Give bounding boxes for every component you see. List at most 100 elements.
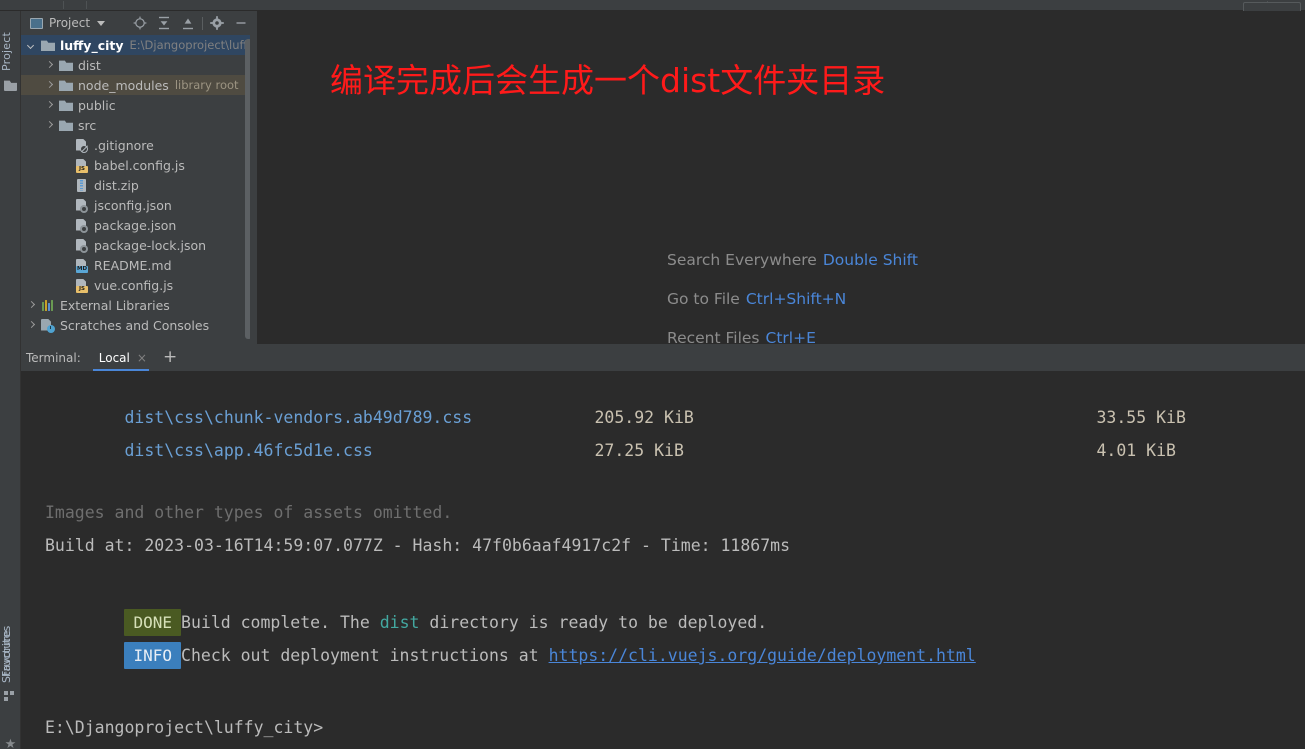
folder-icon xyxy=(4,80,17,91)
locate-icon[interactable] xyxy=(128,11,152,35)
terminal-info-row: INFO Check out deployment instructions at… xyxy=(45,617,976,669)
project-panel-title: Project xyxy=(49,16,91,30)
chevron-down-icon[interactable] xyxy=(27,41,36,50)
project-tool-window: Project luffy_city E:\Djangoproject\luff… xyxy=(21,11,257,344)
tree-arrow-spacer xyxy=(61,181,70,190)
terminal-done-row: DONE Build complete. The dist directory i… xyxy=(45,584,767,636)
tree-row-node-modules[interactable]: node_modules library root xyxy=(21,75,257,95)
zip-file-icon xyxy=(75,178,89,192)
tree-row-label: dist xyxy=(78,57,101,73)
tree-row-label: luffy_city xyxy=(60,37,124,53)
tree-arrow-spacer xyxy=(61,221,70,230)
tree-arrow-spacer xyxy=(61,201,70,210)
left-tool-rail: Project Structure Favorites ★ xyxy=(0,11,21,749)
chevron-right-icon[interactable] xyxy=(45,81,54,90)
markdown-file-icon: MD xyxy=(75,258,89,273)
chevron-right-icon[interactable] xyxy=(45,61,54,70)
folder-icon xyxy=(59,100,73,111)
terminal-tab-bar: Terminal: Local × + xyxy=(21,344,1305,371)
tree-row-public[interactable]: public xyxy=(21,95,257,115)
folder-icon xyxy=(59,120,73,131)
tree-row-readme-md[interactable]: MD README.md xyxy=(21,255,257,275)
tree-row-dist[interactable]: dist xyxy=(21,55,257,75)
chevron-down-icon[interactable] xyxy=(97,20,106,26)
tree-row-label: jsconfig.json xyxy=(94,197,172,213)
terminal-output[interactable]: dist\css\chunk-vendors.ab49d789.css 205.… xyxy=(21,371,1305,749)
tree-row-label: .gitignore xyxy=(94,137,154,153)
tree-row-package-lock-json[interactable]: package-lock.json xyxy=(21,235,257,255)
terminal-asset-size-0: 205.92 KiB xyxy=(515,380,693,427)
tree-row-luffy-city[interactable]: luffy_city E:\Djangoproject\luffy_ xyxy=(21,35,257,55)
tree-row-external-libraries[interactable]: External Libraries xyxy=(21,295,257,315)
tree-row-dist-zip[interactable]: dist.zip xyxy=(21,175,257,195)
tree-row-scratches-and-consoles[interactable]: Scratches and Consoles xyxy=(21,315,257,335)
tree-arrow-spacer xyxy=(61,261,70,270)
tree-row-package-json[interactable]: package.json xyxy=(21,215,257,235)
chevron-right-icon[interactable] xyxy=(27,321,36,330)
project-file-tree[interactable]: luffy_city E:\Djangoproject\luffy_dist nod… xyxy=(21,35,257,344)
status-badge-info: INFO xyxy=(124,642,182,669)
rail-button-favorites[interactable]: Favorites xyxy=(0,607,21,678)
tree-arrow-spacer xyxy=(61,281,70,290)
shortcut-hint-list: Search Everywhere Double Shift Go to File C… xyxy=(667,251,918,344)
shortcut-hint-row: Search Everywhere Double Shift xyxy=(667,251,918,290)
scratches-icon xyxy=(41,318,55,333)
terminal-asset-path-1: dist\css\app.46fc5d1e.css xyxy=(45,413,372,460)
folder-icon xyxy=(59,80,73,91)
json-file-icon xyxy=(75,198,89,213)
terminal-prompt[interactable]: E:\Djangoproject\luffy_city> xyxy=(45,715,323,740)
json-file-icon xyxy=(75,238,89,253)
terminal-label: Terminal: xyxy=(26,350,81,365)
toolbar-divider xyxy=(63,1,64,9)
javascript-file-icon: JS xyxy=(75,278,89,293)
shortcut-hint-label: Recent Files xyxy=(667,329,760,344)
tree-arrow-spacer xyxy=(61,141,70,150)
asset-gzip-size: 4.01 KiB xyxy=(1096,441,1176,460)
rail-button-project[interactable]: Project xyxy=(0,13,21,71)
tree-row--gitignore[interactable]: .gitignore xyxy=(21,135,257,155)
tree-row-label: src xyxy=(78,117,97,133)
terminal-asset-size-1: 27.25 KiB xyxy=(515,413,683,460)
tree-row-label: node_modules xyxy=(78,77,169,93)
tree-row-sublabel: library root xyxy=(174,78,239,92)
toolbar-separator xyxy=(202,16,203,30)
shortcut-hint-key: Ctrl+E xyxy=(765,329,816,344)
deployment-docs-link[interactable]: https://cli.vuejs.org/guide/deployment.h… xyxy=(549,646,976,665)
asset-size: 27.25 KiB xyxy=(594,441,684,460)
gear-icon[interactable] xyxy=(205,11,229,35)
chevron-right-icon[interactable] xyxy=(27,301,36,310)
tree-row-label: dist.zip xyxy=(94,177,139,193)
shortcut-hint-key: Ctrl+Shift+N xyxy=(745,290,847,308)
star-icon: ★ xyxy=(4,737,17,749)
terminal-build-line: Build at: 2023-03-16T14:59:07.077Z - Has… xyxy=(45,536,791,555)
terminal-omitted-note: Images and other types of assets omitted… xyxy=(45,503,453,522)
shortcut-hint-label: Search Everywhere xyxy=(667,251,817,269)
info-text: Check out deployment instructions at xyxy=(181,646,549,665)
project-panel-toolbar xyxy=(128,11,253,35)
javascript-file-icon: JS xyxy=(75,158,89,173)
expand-all-icon[interactable] xyxy=(152,11,176,35)
close-icon[interactable]: × xyxy=(137,352,147,364)
terminal-tab-local[interactable]: Local × xyxy=(91,344,151,371)
project-panel-edge xyxy=(250,11,257,344)
terminal-tab-label: Local xyxy=(98,350,130,365)
tree-arrow-spacer xyxy=(61,161,70,170)
add-terminal-tab-button[interactable]: + xyxy=(163,349,177,366)
tree-row-label: public xyxy=(78,97,116,113)
chevron-right-icon[interactable] xyxy=(45,121,54,130)
collapse-all-icon[interactable] xyxy=(176,11,200,35)
tree-row-label: package-lock.json xyxy=(94,237,207,253)
chevron-right-icon[interactable] xyxy=(45,101,54,110)
toolbar-divider xyxy=(86,1,87,9)
terminal-asset-gzip-1: 4.01 KiB xyxy=(1017,413,1175,460)
tree-row-label: babel.config.js xyxy=(94,157,185,173)
gitignore-file-icon xyxy=(75,138,89,153)
shortcut-hint-key: Double Shift xyxy=(822,251,918,269)
tree-row-src[interactable]: src xyxy=(21,115,257,135)
tree-row-babel-config-js[interactable]: JS babel.config.js xyxy=(21,155,257,175)
folder-icon xyxy=(59,60,73,71)
ide-window: Project Structure Favorites ★ Project lu… xyxy=(0,0,1305,749)
tree-row-jsconfig-json[interactable]: jsconfig.json xyxy=(21,195,257,215)
structure-icon xyxy=(4,687,17,701)
tree-row-vue-config-js[interactable]: JS vue.config.js xyxy=(21,275,257,295)
